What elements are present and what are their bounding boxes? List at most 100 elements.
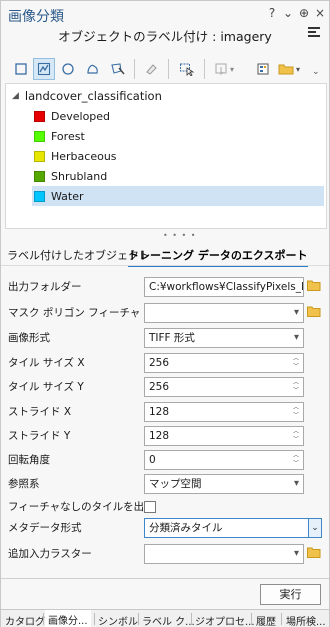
- spinner-arrows-icon[interactable]: ︿ ﹀: [292, 428, 300, 444]
- rotation-row: 回転角度 0 ︿ ﹀: [8, 450, 326, 470]
- pane-subtitle: オブジェクトのラベル付け : imagery: [58, 29, 272, 44]
- auto-detect-icon[interactable]: [107, 58, 129, 80]
- class-item-forest[interactable]: Forest: [32, 126, 324, 146]
- stride-y-value: 128: [149, 430, 170, 442]
- stride-y-spinner[interactable]: 128 ︿ ﹀: [144, 426, 304, 446]
- class-label: Forest: [51, 129, 85, 143]
- output-folder-field[interactable]: C:¥workflows¥ClassifyPixels_lancc: [144, 277, 304, 297]
- image-format-row: 画像形式 TIFF 形式: [8, 328, 326, 348]
- stride-y-label: ストライド Y: [8, 430, 71, 442]
- bottom-tab-label-class[interactable]: ラベル ク...: [142, 613, 195, 627]
- tile-size-x-label: タイル サイズ X: [8, 357, 85, 369]
- image-format-label: 画像形式: [8, 332, 50, 344]
- stride-y-row: ストライド Y 128 ︿ ﹀: [8, 426, 326, 446]
- tile-size-y-label: タイル サイズ Y: [8, 381, 84, 393]
- spinner-arrows-icon[interactable]: ︿ ﹀: [292, 404, 300, 420]
- class-color-swatch: [34, 150, 45, 162]
- bottom-tab-image-classification[interactable]: 画像分...: [45, 610, 91, 627]
- class-item-water[interactable]: Water: [32, 186, 324, 206]
- bottom-tab-geoprocessing[interactable]: ジオプロセ...: [195, 613, 255, 627]
- browse-folder-icon[interactable]: [307, 547, 321, 558]
- tile-size-x-spinner[interactable]: 256 ︿ ﹀: [144, 353, 304, 373]
- rotation-label: 回転角度: [8, 454, 50, 466]
- bottom-tab-symbology[interactable]: シンボル: [98, 613, 138, 627]
- reference-system-label: 参照系: [8, 478, 40, 490]
- browse-folder-icon[interactable]: [307, 306, 321, 317]
- labeling-toolbar: ▾ ▾ ⌄: [6, 56, 326, 85]
- metadata-format-label: メタデータ形式: [8, 522, 82, 534]
- svg-text:⌄: ⌄: [312, 67, 320, 76]
- polygon-icon[interactable]: [33, 58, 55, 80]
- svg-text:▾: ▾: [296, 65, 300, 74]
- mask-polygon-row: マスク ポリゴン フィーチャ: [8, 303, 326, 323]
- collapse-caret-icon[interactable]: ◢: [12, 91, 19, 101]
- image-format-select[interactable]: TIFF 形式: [144, 328, 304, 348]
- additional-raster-label: 追加入力ラスター: [8, 548, 92, 560]
- output-folder-row: 出力フォルダー C:¥workflows¥ClassifyPixels_lanc…: [8, 277, 326, 297]
- bottom-tab-history[interactable]: 履歴: [256, 613, 276, 627]
- save-icon[interactable]: ⌄: [308, 58, 322, 80]
- class-color-swatch: [34, 130, 45, 142]
- pane-title: 画像分類: [8, 9, 64, 25]
- browse-folder-icon[interactable]: [307, 280, 321, 291]
- tile-size-y-spinner[interactable]: 256 ︿ ﹀: [144, 377, 304, 397]
- collect-icon[interactable]: ▾: [212, 58, 240, 80]
- auto-hide-icon[interactable]: ⊕: [297, 6, 311, 20]
- rotation-value: 0: [149, 454, 156, 466]
- additional-raster-row: 追加入力ラスター: [8, 544, 326, 564]
- spinner-arrows-icon[interactable]: ︿ ﹀: [292, 452, 300, 468]
- rectangle-icon[interactable]: [10, 58, 32, 80]
- additional-raster-select[interactable]: [144, 544, 304, 564]
- tile-size-y-row: タイル サイズ Y 256 ︿ ﹀: [8, 377, 326, 397]
- menu-icon[interactable]: [308, 27, 320, 39]
- class-label: Water: [51, 189, 84, 203]
- run-button[interactable]: 実行: [260, 584, 321, 605]
- tile-size-y-value: 256: [149, 381, 170, 393]
- metadata-format-row: メタデータ形式 分類済みタイル ⌄: [8, 518, 326, 538]
- class-label: Shrubland: [51, 169, 108, 183]
- reference-system-row: 参照系 マップ空間: [8, 474, 326, 494]
- metadata-format-value: 分類済みタイル: [149, 522, 223, 534]
- tab-export-training-data[interactable]: トレーニング データのエクスポート: [128, 247, 308, 267]
- class-item-developed[interactable]: Developed: [32, 106, 324, 126]
- class-item-shrubland[interactable]: Shrubland: [32, 166, 324, 186]
- spinner-arrows-icon[interactable]: ︿ ﹀: [292, 355, 300, 371]
- stride-x-label: ストライド X: [8, 406, 72, 418]
- schema-root[interactable]: ◢ landcover_classification: [12, 88, 162, 104]
- eraser-icon[interactable]: [140, 58, 162, 80]
- new-template-icon[interactable]: [252, 58, 274, 80]
- help-icon[interactable]: ?: [265, 6, 279, 20]
- select-icon[interactable]: [176, 58, 198, 80]
- options-icon[interactable]: ⌄: [281, 6, 295, 20]
- output-no-feature-checkbox[interactable]: [144, 501, 156, 513]
- stride-x-spinner[interactable]: 128 ︿ ﹀: [144, 402, 304, 422]
- class-label: Developed: [51, 109, 111, 123]
- class-schema-tree: ◢ landcover_classification Developed For…: [5, 83, 327, 229]
- bottom-tab-locate[interactable]: 場所検...: [286, 613, 326, 627]
- folder-icon[interactable]: ▾: [276, 58, 306, 80]
- image-classification-pane: 画像分類 ? ⌄ ⊕ × オブジェクトのラベル付け : imagery ▾ ▾ …: [0, 0, 330, 627]
- reference-system-select[interactable]: マップ空間: [144, 474, 304, 494]
- metadata-format-select[interactable]: 分類済みタイル ⌄: [144, 518, 322, 538]
- output-folder-label: 出力フォルダー: [8, 281, 82, 293]
- splitter-handle[interactable]: • • • •: [163, 231, 197, 240]
- bottom-tab-catalog[interactable]: カタログ: [5, 613, 45, 627]
- mask-polygon-label: マスク ポリゴン フィーチャ: [8, 307, 141, 319]
- chevron-down-icon[interactable]: ⌄: [308, 519, 321, 537]
- bottom-tab-strip: カタログ 画像分... シンボル ラベル ク... ジオプロセ... 履歴 場所…: [1, 609, 329, 627]
- rotation-spinner[interactable]: 0 ︿ ﹀: [144, 450, 304, 470]
- mask-polygon-select[interactable]: [144, 303, 304, 323]
- stride-x-value: 128: [149, 406, 170, 418]
- circle-icon[interactable]: [57, 58, 79, 80]
- pane-header: 画像分類 ? ⌄ ⊕ × オブジェクトのラベル付け : imagery: [1, 1, 329, 49]
- freehand-icon[interactable]: [82, 58, 104, 80]
- close-icon[interactable]: ×: [313, 6, 327, 20]
- class-label: Herbaceous: [51, 149, 117, 163]
- schema-root-label: landcover_classification: [24, 89, 162, 103]
- spinner-arrows-icon[interactable]: ︿ ﹀: [292, 379, 300, 395]
- class-color-swatch: [34, 110, 45, 122]
- svg-text:▾: ▾: [230, 65, 234, 74]
- class-color-swatch: [34, 170, 45, 182]
- tile-size-x-value: 256: [149, 357, 170, 369]
- class-item-herbaceous[interactable]: Herbaceous: [32, 146, 324, 166]
